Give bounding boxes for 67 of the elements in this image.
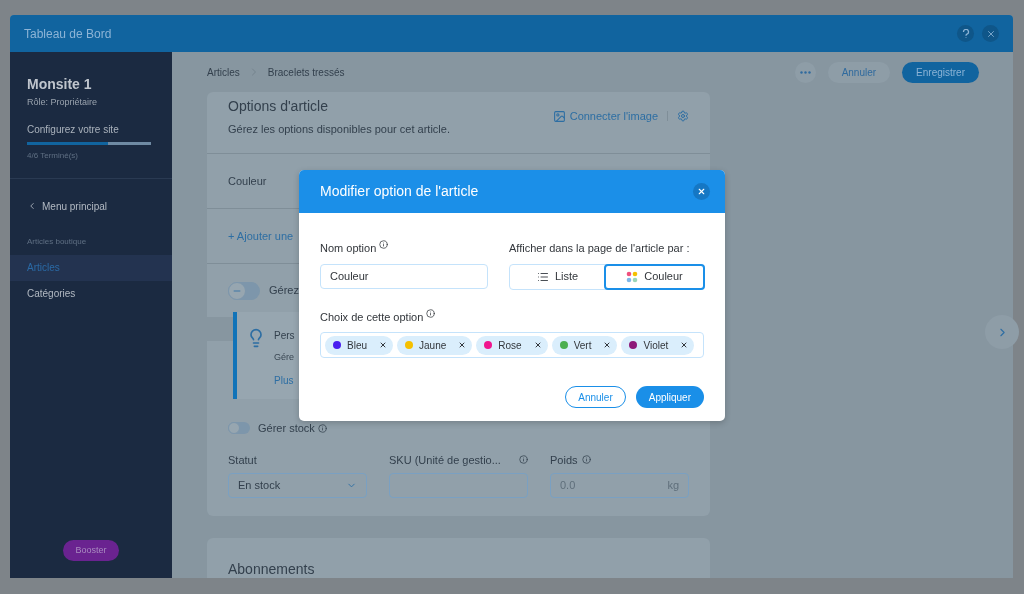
toggle-switch[interactable] xyxy=(228,281,260,300)
save-button[interactable]: Enregistrer xyxy=(902,61,979,83)
help-button[interactable] xyxy=(957,25,974,42)
sidebar-item[interactable]: Articles xyxy=(10,254,172,281)
breadcrumb-link[interactable]: Articles xyxy=(207,64,240,80)
toggle-switch[interactable] xyxy=(228,422,250,435)
card-subtitle: Gérez les options disponibles pour cet article. xyxy=(228,122,450,137)
card-title: Options d'article xyxy=(228,97,329,116)
setup-label: Configurez votre site xyxy=(27,122,120,137)
segment-option[interactable]: Liste xyxy=(509,263,606,290)
field-label: Choix de cette option xyxy=(320,309,424,325)
back-link[interactable]: Menu principal xyxy=(10,198,172,214)
option-name-field[interactable]: Couleur xyxy=(320,263,488,289)
card-title: Abonnements xyxy=(228,560,316,578)
color-dots-icon xyxy=(626,270,639,283)
tag-label: Violet xyxy=(643,338,669,353)
status-dropdown[interactable]: En stock xyxy=(228,473,367,498)
close-icon xyxy=(697,187,706,196)
booster-button[interactable]: Booster xyxy=(63,540,119,561)
info-icon xyxy=(317,423,327,433)
add-option-link[interactable]: + Ajouter une xyxy=(228,227,294,245)
remove-icon[interactable] xyxy=(458,341,467,349)
info-icon xyxy=(581,455,591,465)
cancel-button[interactable]: Annuler xyxy=(827,61,891,83)
close-button[interactable] xyxy=(693,183,710,200)
segment-option[interactable]: Couleur xyxy=(604,263,705,290)
site-name: Monsite 1 xyxy=(27,75,93,94)
info-icon xyxy=(379,240,389,249)
field-label: Nom option xyxy=(320,241,377,256)
tip-text: Gére xyxy=(274,351,295,364)
remove-icon[interactable] xyxy=(533,341,542,349)
remove-icon[interactable] xyxy=(379,341,387,349)
connect-image-link[interactable]: Connecter l'image xyxy=(552,108,658,125)
sidebar-item[interactable]: Catégories xyxy=(10,280,172,307)
section-label: Articles boutique xyxy=(26,235,88,248)
tag-label: Vert xyxy=(573,338,592,353)
chevron-left-icon xyxy=(27,201,37,211)
close-button[interactable] xyxy=(982,25,999,42)
info-icon xyxy=(426,308,436,318)
choices-field[interactable]: Bleu Jaune Rose Vert Violet xyxy=(320,332,704,358)
field-label: Afficher dans la page de l'article par : xyxy=(509,241,691,256)
remove-icon[interactable] xyxy=(603,341,612,349)
list-icon xyxy=(536,270,549,283)
tip-title: Pers xyxy=(274,329,295,343)
breadcrumb-current: Bracelets tressés xyxy=(267,65,345,80)
remove-icon[interactable] xyxy=(680,341,689,349)
field-label: Poids xyxy=(550,452,578,468)
settings-icon[interactable] xyxy=(677,110,689,123)
tip-link[interactable]: Plus xyxy=(274,372,295,388)
toggle-label: Gérer stock xyxy=(258,421,315,436)
apply-button[interactable]: Appliquer xyxy=(635,386,704,408)
close-icon xyxy=(985,28,996,39)
image-icon xyxy=(552,109,566,123)
tag-label: Jaune xyxy=(419,338,447,353)
more-icon xyxy=(799,70,811,74)
window-title: Tableau de Bord xyxy=(24,25,112,43)
help-icon xyxy=(961,28,970,39)
sku-field[interactable] xyxy=(389,473,528,498)
field-label: Statut xyxy=(228,452,257,468)
toggle-label: Gérez xyxy=(269,283,299,299)
tag-label: Rose xyxy=(498,338,522,353)
info-icon xyxy=(519,455,528,465)
dialog-title: Modifier option de l'article xyxy=(320,182,479,201)
role-text: Rôle: Propriétaire xyxy=(27,96,99,109)
tag-label: Bleu xyxy=(347,338,367,353)
field-label: SKU (Unité de gestio... xyxy=(389,452,501,468)
option-name: Couleur xyxy=(228,173,267,189)
